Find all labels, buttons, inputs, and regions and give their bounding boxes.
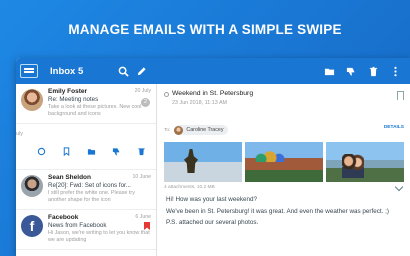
list-item[interactable]: Emily Foster Re: Meeting notes Take a lo…	[16, 84, 156, 124]
delete-icon[interactable]	[134, 146, 148, 156]
photo-attachment[interactable]	[245, 142, 323, 182]
app-window: Inbox 5 Emily Foster Re: Meeting notes T…	[16, 58, 410, 256]
delete-icon[interactable]	[364, 62, 382, 80]
search-icon[interactable]	[114, 62, 132, 80]
move-to-folder-icon[interactable]	[320, 62, 338, 80]
body-line: Hi! How was your last weekend?	[166, 196, 257, 203]
message-header: Weekend in St. Petersburg 23 Jun 2018, 1…	[158, 84, 410, 122]
avatar	[174, 125, 184, 135]
app-bar: Inbox 5	[16, 58, 410, 84]
to-label: To:	[164, 127, 171, 133]
photo-attachment[interactable]	[164, 142, 242, 182]
message-subject: Weekend in St. Petersburg	[172, 90, 254, 97]
body-line: P.S. attached our several photos.	[166, 219, 259, 226]
facebook-avatar: f	[21, 215, 43, 237]
expand-chevron-icon[interactable]	[394, 182, 404, 192]
recipient-name: Caroline Tracey	[186, 127, 224, 133]
spam-thumb-down-icon[interactable]	[109, 146, 123, 156]
attachments-info: 4 attachments, 10.2 MB	[164, 185, 215, 190]
list-item[interactable]: Sean Sheldon Re[20]: Fwd: Set of icons f…	[16, 170, 156, 210]
bookmark-icon[interactable]	[397, 91, 404, 100]
recipients-row: To: Caroline Tracey DETAILS	[158, 122, 410, 138]
more-options-icon[interactable]	[386, 62, 404, 80]
subject: Re: Meeting notes	[48, 96, 99, 103]
mark-unread-icon[interactable]	[34, 146, 48, 156]
compose-icon[interactable]	[132, 62, 150, 80]
message-body: Hi! How was your last weekend? We've bee…	[158, 192, 410, 228]
swipe-date-fragment: uly	[16, 131, 24, 137]
message-detail: Weekend in St. Petersburg 23 Jun 2018, 1…	[158, 84, 410, 256]
swipe-actions	[34, 146, 148, 156]
avatar	[21, 175, 43, 197]
message-list: Emily Foster Re: Meeting notes Take a lo…	[16, 84, 157, 256]
spam-thumb-down-icon[interactable]	[342, 62, 360, 80]
body-line: We've been in St. Petersburg! it was gre…	[166, 207, 389, 215]
subject: News from Facebook	[48, 222, 107, 229]
menu-icon[interactable]	[20, 64, 38, 78]
unread-toggle-icon[interactable]	[164, 92, 169, 97]
details-link[interactable]: DETAILS	[384, 125, 404, 130]
date: 20 July	[134, 88, 151, 94]
bookmark-icon[interactable]	[59, 146, 73, 156]
message-date: 23 Jun 2018, 11:13 AM	[172, 100, 228, 106]
banner-title: MANAGE EMAILS WITH A SIMPLE SWIPE	[68, 21, 342, 37]
photo-attachment[interactable]	[326, 142, 404, 182]
avatar	[21, 89, 43, 111]
preview: Take a look at these pictures. New cool …	[48, 104, 142, 117]
preview: Hi Jason, we're writing to let you know …	[48, 230, 150, 243]
move-to-folder-icon[interactable]	[84, 146, 98, 156]
promo-banner: MANAGE EMAILS WITH A SIMPLE SWIPE	[0, 0, 410, 58]
recipient-chip[interactable]: Caroline Tracey	[174, 125, 228, 135]
preview: I still prefer the white one. Please try…	[48, 190, 135, 203]
attachment-gallery	[158, 142, 410, 182]
date: 6 June	[135, 214, 151, 220]
attachments-summary: 4 attachments, 10.2 MB	[158, 182, 410, 192]
folder-title[interactable]: Inbox 5	[50, 66, 114, 77]
list-item[interactable]: f Facebook News from Facebook Hi Jason, …	[16, 210, 156, 250]
swiped-list-item[interactable]: uly	[16, 124, 156, 170]
subject: Re[20]: Fwd: Set of icons for...	[48, 182, 131, 189]
date: 10 June	[132, 174, 151, 180]
thread-count-badge: 2	[141, 98, 150, 107]
message-actions	[320, 62, 404, 80]
